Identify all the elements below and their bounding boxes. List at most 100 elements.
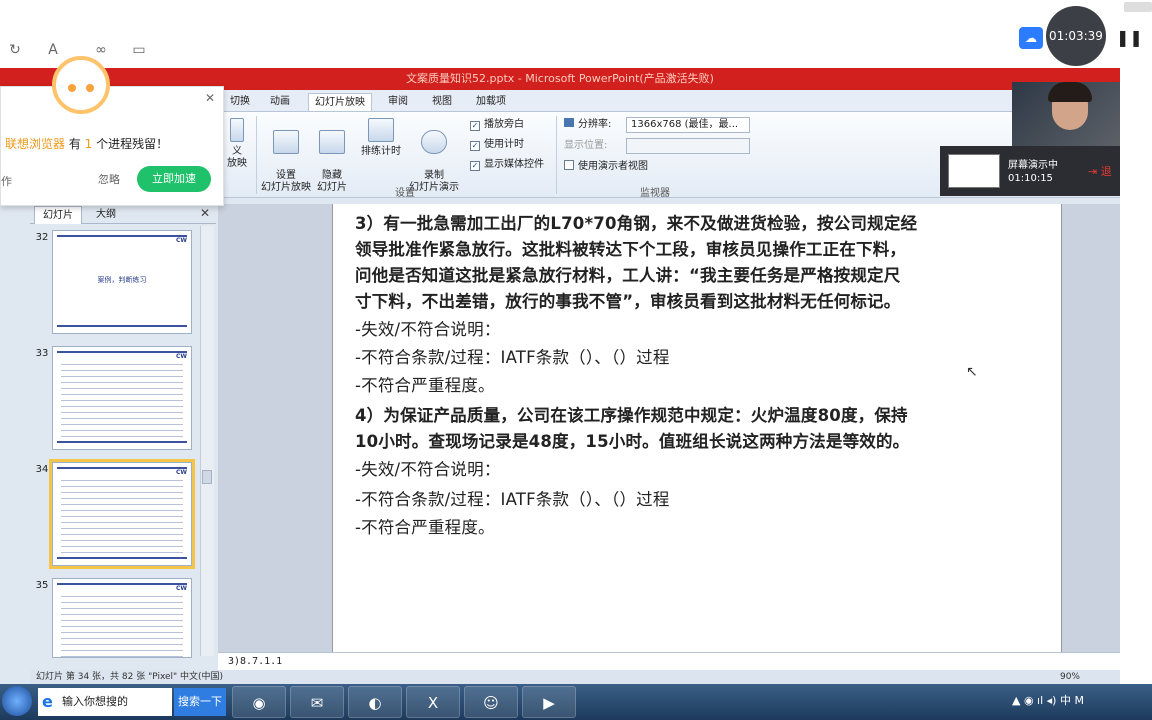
tab-outline[interactable]: 大纲 bbox=[88, 206, 124, 224]
slide-canvas: 3）有一批急需加工出厂的L70*70角钢，来不及做进货检验，按公司规定经 领导批… bbox=[218, 204, 1120, 720]
group-label-setup: 设置 bbox=[395, 188, 415, 199]
use-timings-label: 使用计时 bbox=[484, 139, 524, 150]
text-icon[interactable]: A bbox=[43, 40, 63, 60]
wechat-icon[interactable]: ☺ bbox=[464, 686, 518, 718]
monitor-icon bbox=[564, 118, 574, 127]
start-button[interactable] bbox=[2, 686, 32, 716]
window-icon[interactable]: ▭ bbox=[129, 40, 149, 60]
taskbar: 输入你想搜的 e 搜索一下 ◉ ✉ ◐ X ☺ ▶ ▲ ◉ ıl ◂) 中 M bbox=[0, 684, 1152, 720]
recording-timer: 01:03:39 bbox=[1046, 6, 1106, 66]
chrome-icon[interactable]: ◉ bbox=[232, 686, 286, 718]
divider bbox=[556, 116, 557, 194]
mascot-eye bbox=[68, 84, 76, 92]
slide-text-line: -不符合严重程度。 bbox=[355, 376, 495, 395]
browser-notification: ✕ 联想浏览器 有 1 个进程残留！ 作 忽略 立即加速 bbox=[0, 86, 224, 206]
slide-thumbnail[interactable]: CW 案例，判断练习 bbox=[52, 230, 192, 334]
rehearse-timings-label: 排练计时 bbox=[361, 146, 401, 157]
truncated-text: 作 bbox=[1, 175, 12, 188]
brand-name: 联想浏览器 bbox=[5, 137, 66, 151]
mascot-icon bbox=[52, 56, 110, 114]
tab-view[interactable]: 视图 bbox=[426, 93, 458, 111]
thumb-footer-bar bbox=[57, 557, 187, 559]
slide-thumbnail-selected[interactable]: CW bbox=[49, 459, 195, 569]
stopwatch-icon bbox=[368, 118, 394, 142]
slide-thumbnail[interactable]: CW bbox=[52, 578, 192, 658]
outlook-icon[interactable]: ✉ bbox=[290, 686, 344, 718]
slide-text-line: -失效/不符合说明： bbox=[355, 320, 501, 339]
zoom-level[interactable]: 90% bbox=[1060, 670, 1080, 684]
show-media-controls-checkbox[interactable]: ✓ 显示媒体控件 bbox=[470, 158, 544, 172]
slides-pane: 幻灯片 大纲 ✕ 32 CW 案例，判断练习 33 CW 34 CW 35 CW bbox=[30, 204, 216, 658]
speed-up-button[interactable]: 立即加速 bbox=[137, 166, 211, 192]
pane-tabs: 幻灯片 大纲 ✕ bbox=[30, 204, 216, 224]
cloud-icon[interactable]: ☁ bbox=[1019, 27, 1043, 49]
play-narrations-checkbox[interactable]: ✓ 播放旁白 bbox=[470, 118, 524, 132]
pane-scrollbar[interactable] bbox=[200, 226, 214, 656]
tab-transitions[interactable]: 切换 bbox=[224, 93, 256, 111]
recording-time: 01:10:15 bbox=[1008, 173, 1053, 184]
tab-review[interactable]: 审阅 bbox=[382, 93, 414, 111]
custom-show-button[interactable]: 义 放映 bbox=[222, 118, 252, 170]
slide-text-line: -不符合严重程度。 bbox=[355, 518, 495, 537]
close-pane-icon[interactable]: ✕ bbox=[200, 206, 210, 220]
resolution-label-text: 分辨率: bbox=[578, 119, 612, 130]
slide-number: 35 bbox=[35, 580, 49, 591]
record-icon bbox=[421, 130, 447, 154]
notes-pane[interactable]: 3)8.7.1.1 bbox=[218, 652, 1120, 670]
presenter-view-checkbox[interactable]: 使用演示者视图 bbox=[564, 160, 648, 174]
current-slide[interactable]: 3）有一批急需加工出厂的L70*70角钢，来不及做进货检验，按公司规定经 领导批… bbox=[332, 204, 1062, 714]
divider bbox=[256, 116, 257, 194]
search-input[interactable]: 输入你想搜的 bbox=[38, 688, 172, 716]
custom-show-icon bbox=[230, 118, 244, 142]
window-control-strip[interactable] bbox=[1124, 2, 1152, 12]
setup-slideshow-button[interactable]: 设置 幻灯片放映 bbox=[260, 118, 312, 206]
slide-thumbnail[interactable]: CW bbox=[52, 346, 192, 450]
hide-slide-label: 隐藏 幻灯片 bbox=[317, 170, 347, 193]
scrollbar-thumb[interactable] bbox=[202, 470, 212, 484]
tab-addins[interactable]: 加载项 bbox=[470, 93, 512, 111]
hide-slide-icon bbox=[319, 130, 345, 154]
thumb-header-bar bbox=[57, 467, 187, 469]
rehearse-timings-button[interactable]: 排练计时 bbox=[356, 118, 406, 158]
ignore-link[interactable]: 忽略 bbox=[98, 171, 120, 187]
screen-recorder-icon[interactable]: ▶ bbox=[522, 686, 576, 718]
qq-browser-icon[interactable]: ◐ bbox=[348, 686, 402, 718]
hide-slide-button[interactable]: 隐藏 幻灯片 bbox=[314, 118, 350, 206]
recording-status: 屏幕演示中 bbox=[1008, 160, 1058, 171]
thumb-footer-bar bbox=[57, 441, 187, 443]
use-timings-checkbox[interactable]: ✓ 使用计时 bbox=[470, 138, 524, 152]
slide-text-line: -不符合条款/过程：IATF条款（）、（）过程 bbox=[355, 348, 670, 367]
mouse-cursor-icon: ↖ bbox=[966, 364, 978, 380]
refresh-icon[interactable]: ↻ bbox=[5, 40, 25, 60]
slide-number: 34 bbox=[35, 464, 49, 475]
ie-icon: e bbox=[42, 692, 53, 711]
slide-text-line: 10小时。查现场记录是48度，15小时。值班组长说这两种方法是等效的。 bbox=[355, 432, 910, 451]
play-narrations-label: 播放旁白 bbox=[484, 119, 524, 130]
custom-show-label2: 放映 bbox=[227, 158, 247, 169]
status-text: 幻灯片 第 34 张，共 82 张 "Pixel" 中文(中国) bbox=[36, 672, 224, 682]
resolution-dropdown[interactable]: 1366x768 (最佳，最... bbox=[626, 117, 750, 133]
display-on-dropdown[interactable] bbox=[626, 138, 750, 154]
stop-recording-button[interactable]: ⇥ 退 bbox=[1088, 163, 1112, 179]
close-icon[interactable]: ✕ bbox=[205, 91, 215, 105]
tab-slideshow[interactable]: 幻灯片放映 bbox=[308, 93, 372, 111]
presenter-hair bbox=[1048, 82, 1092, 102]
pause-button[interactable]: ❚❚ bbox=[1116, 27, 1143, 49]
show-media-controls-label: 显示媒体控件 bbox=[484, 159, 544, 170]
setup-slideshow-label: 设置 幻灯片放映 bbox=[261, 170, 311, 193]
mascot-eye bbox=[86, 84, 94, 92]
custom-show-label: 义 bbox=[232, 146, 242, 157]
search-button[interactable]: 搜索一下 bbox=[174, 688, 226, 716]
slide-text-line: -失效/不符合说明： bbox=[355, 460, 501, 479]
slide-text-line: -不符合条款/过程：IATF条款（）、（）过程 bbox=[355, 490, 670, 509]
tab-animations[interactable]: 动画 bbox=[264, 93, 296, 111]
group-label-monitors: 监视器 bbox=[640, 188, 670, 199]
setup-slideshow-icon bbox=[273, 130, 299, 154]
thumb-header-bar bbox=[57, 235, 187, 237]
tab-slides[interactable]: 幻灯片 bbox=[34, 206, 82, 224]
excel-icon[interactable]: X bbox=[406, 686, 460, 718]
link-icon[interactable]: ∞ bbox=[91, 40, 111, 60]
webcam-overlay bbox=[1012, 82, 1120, 148]
thumb-text-lines bbox=[61, 475, 183, 553]
system-tray[interactable]: ▲ ◉ ıl ◂) 中 M bbox=[1012, 692, 1084, 708]
